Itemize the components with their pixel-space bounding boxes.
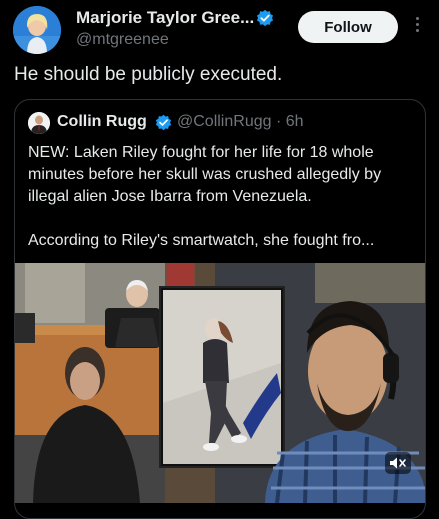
quoted-author-name[interactable]: Collin Rugg: [57, 113, 147, 131]
quoted-body: NEW: Laken Riley fought for her life for…: [28, 142, 418, 252]
muted-speaker-icon[interactable]: [385, 452, 411, 474]
tweet-text: He should be publicly executed.: [14, 64, 283, 85]
quoted-media-image[interactable]: [15, 263, 426, 503]
tweet-header: Marjorie Taylor Gree... @mtgreenee Follo…: [0, 0, 439, 62]
author-avatar-image: [13, 6, 61, 54]
quoted-author-avatar[interactable]: [28, 112, 50, 134]
verified-badge-icon: [256, 9, 274, 27]
quoted-verified-badge-icon: [155, 114, 172, 131]
quoted-paragraph-1: NEW: Laken Riley fought for her life for…: [28, 144, 382, 205]
more-options-icon[interactable]: [411, 14, 423, 38]
follow-button[interactable]: Follow: [298, 11, 398, 43]
quoted-tweet[interactable]: Collin Rugg @CollinRugg · 6h NEW: Laken …: [14, 99, 426, 519]
author-handle[interactable]: @mtgreenee: [76, 31, 169, 49]
author-name[interactable]: Marjorie Taylor Gree...: [76, 8, 254, 28]
author-avatar[interactable]: [13, 6, 61, 54]
quoted-paragraph-2: According to Riley's smartwatch, she fou…: [28, 232, 375, 249]
quoted-handle-time[interactable]: @CollinRugg · 6h: [177, 113, 304, 131]
quoted-author-avatar-image: [28, 112, 50, 134]
